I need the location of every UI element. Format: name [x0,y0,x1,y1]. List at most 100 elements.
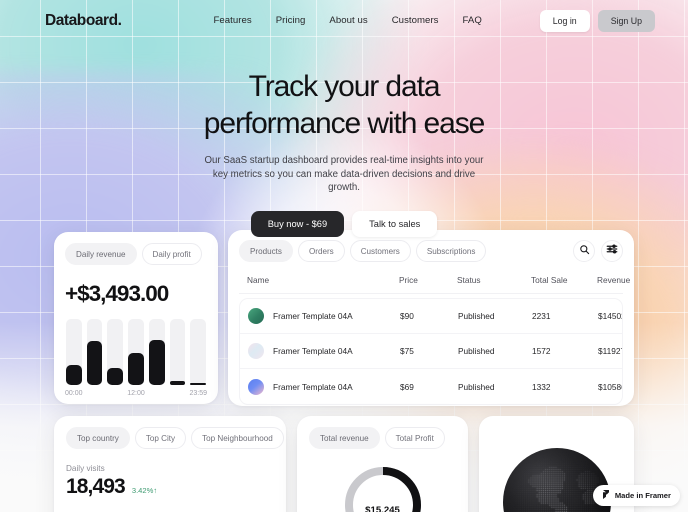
nav-link-pricing[interactable]: Pricing [276,15,306,26]
filter-button[interactable] [601,240,623,262]
talk-to-sales-button[interactable]: Talk to sales [352,210,438,237]
nav-link-customers[interactable]: Customers [392,15,439,26]
globe-icon [502,448,611,512]
table-body: Framer Template 04A $90 Published 2231 $1450… [239,298,623,405]
login-button[interactable]: Log in [539,9,590,32]
tab-daily-profit[interactable]: Daily profit [141,243,202,265]
signup-button[interactable]: Sign Up [597,9,655,32]
tab-customers[interactable]: Customers [349,240,411,262]
bar-00:00 [66,365,82,385]
bar-track [128,319,144,385]
donut-value: $15,245 [365,505,400,512]
bar-04:00 [86,341,103,385]
product-name: Framer Template 04A [273,311,353,321]
table-card-header: Products Orders Customers Subscriptions [239,240,623,262]
revenue-donut-chart: $15,245 Total [341,463,425,512]
revenue-chart-axis: 00:00 12:00 23:59 [65,390,207,397]
avatar [248,378,264,395]
column-header-revenue: Revenue [597,275,631,285]
bar-20:00 [169,381,186,385]
hero-subtitle: Our SaaS startup dashboard provides real… [204,155,484,193]
tab-total-profit[interactable]: Total Profit [384,427,445,449]
page-title: Track your data performance with ease [134,68,554,142]
axis-label-mid: 12:00 [127,390,145,397]
nav-link-features[interactable]: Features [213,15,251,26]
cell-name: Framer Template 04A [248,343,400,359]
search-icon [579,242,590,260]
tab-total-revenue[interactable]: Total revenue [309,427,380,449]
tab-orders[interactable]: Orders [297,240,345,262]
cell-total-sale: 1332 [532,381,551,392]
nav-link-about-us[interactable]: About us [329,15,367,26]
buy-now-button[interactable]: Buy now - $69 [250,210,345,237]
bar-16:00 [148,340,165,385]
hero-title-line-1: Track your data [248,70,441,103]
globe-dot-map [502,448,611,512]
avatar [248,308,264,324]
brand-logo[interactable]: Databoard. [45,12,122,30]
products-table-card: Products Orders Customers Subscriptions [228,230,634,406]
tab-top-city[interactable]: Top City [134,427,187,449]
nav-actions: Log in Sign Up [539,9,655,32]
visits-card-tabs: Top country Top City Top Neighbourhood [66,427,284,449]
table-row[interactable]: Framer Template 04A $90 Published 2231 $1450… [240,299,622,334]
hero-section: Track your data performance with ease Ou… [0,68,688,237]
top-navigation-bar: Databoard. Features Pricing About us Cus… [0,0,688,41]
table-column-headers: Name Price Status Total Sale Revenue [239,275,630,294]
made-in-framer-badge[interactable]: Made in Framer [592,485,680,506]
cell-price: $69 [400,381,414,392]
table-tools [573,240,623,262]
column-header-price: Price [399,275,418,285]
axis-label-start: 00:00 [65,390,83,397]
search-button[interactable] [573,240,595,262]
tab-top-country[interactable]: Top country [66,427,130,449]
bar-track [86,319,103,385]
table-card-tabs: Products Orders Customers Subscriptions [239,240,487,262]
bar-track [66,319,82,385]
nav-links: Features Pricing About us Customers FAQ [213,15,481,26]
column-header-name: Name [247,275,270,285]
revenue-card-tabs: Daily revenue Daily profit [65,243,207,265]
visits-value: 18,493 [66,475,126,498]
framer-logo-icon [602,490,610,501]
column-header-total-sale: Total Sale [531,275,568,285]
cell-status: Published [458,381,495,392]
cell-name: Framer Template 04A [248,308,400,324]
cell-name: Framer Template 04A [248,378,400,395]
visits-label: Daily visits [66,464,105,473]
bar-track [148,319,165,385]
donut-center-text: $15,245 Total [341,463,425,512]
cell-revenue: $14502 [598,311,623,321]
product-name: Framer Template 04A [273,346,353,356]
revenue-amount: +$3,493.00 [65,281,169,306]
daily-revenue-card: Daily revenue Daily profit +$3,493.00 00… [54,232,218,404]
tab-subscriptions[interactable]: Subscriptions [415,240,487,262]
bar-23:59 [190,383,207,385]
cell-price: $75 [400,346,414,356]
bar-track [107,319,124,385]
cell-total-sale: 1572 [532,346,551,356]
table-row[interactable]: Framer Template 04A $69 Published 1332 $1058… [240,369,622,404]
tab-products[interactable]: Products [239,240,293,262]
visits-delta-badge: 3.42%↑ [131,486,158,495]
bar-track [169,319,186,385]
bar-08:00 [107,367,124,385]
axis-label-end: 23:59 [189,390,207,397]
visits-value-row: 18,493 3.42%↑ [66,475,274,499]
total-revenue-card: Total revenue Total Profit $15,245 Total [297,416,468,512]
hero-cta-group: Buy now - $69 Talk to sales [0,210,688,237]
cell-status: Published [458,311,495,321]
dashboard-preview: Daily revenue Daily profit +$3,493.00 00… [0,228,688,512]
tab-top-neighbourhood[interactable]: Top Neighbourhood [191,427,284,449]
revenue-bar-chart [65,319,207,385]
daily-visits-card: Top country Top City Top Neighbourhood D… [54,416,286,512]
cell-revenue: $11927 [598,346,623,356]
filter-sliders-icon [606,242,618,260]
table-row[interactable]: Framer Template 04A $75 Published 1572 $1192… [240,334,622,369]
tab-daily-revenue[interactable]: Daily revenue [65,243,137,265]
cell-price: $90 [400,311,414,321]
nav-link-faq[interactable]: FAQ [463,15,482,26]
column-header-status: Status [457,275,481,285]
cell-status: Published [458,346,495,356]
bar-12:00 [128,353,144,385]
